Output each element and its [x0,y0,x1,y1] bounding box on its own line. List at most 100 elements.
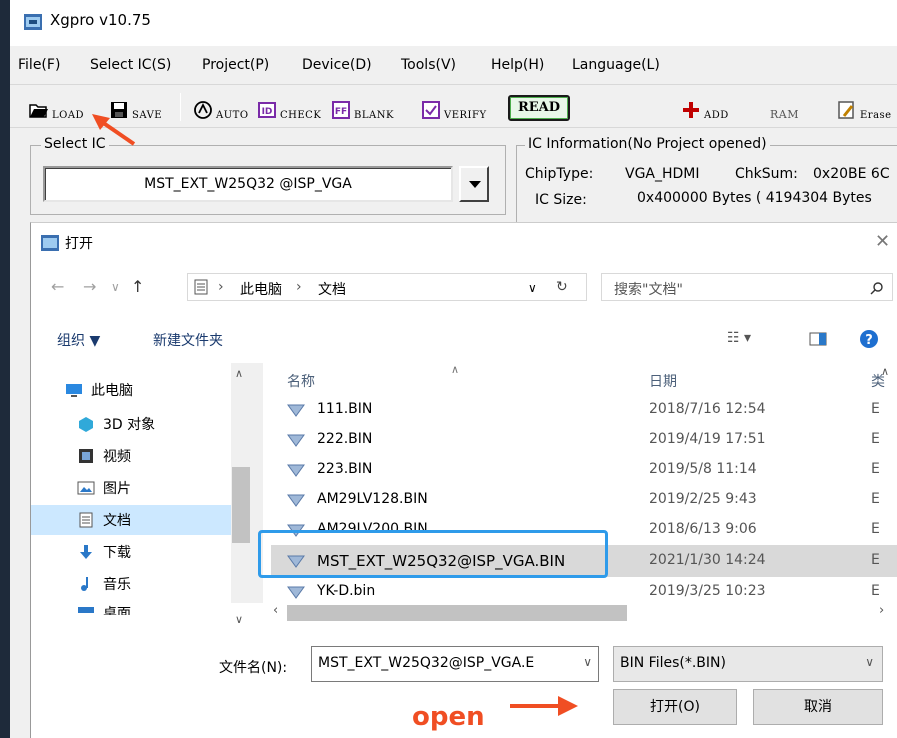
file-row[interactable]: AM29LV128.BIN 2019/2/25 9:43 E [271,485,897,515]
ic-dropdown-button[interactable] [459,166,489,202]
scroll-up-icon[interactable]: ∧ [881,365,889,378]
column-name[interactable]: 名称 [287,371,315,391]
scroll-down-icon[interactable]: ∨ [235,613,243,626]
menu-device[interactable]: Device(D) [302,57,372,73]
view-options-icon[interactable]: ☷ ▾ [727,330,751,346]
menu-help[interactable]: Help(H) [491,57,544,73]
breadcrumb-separator: › [296,279,302,295]
toolbar: LOAD SAVE AUTO ID CHECK FF BLANK VERIFY … [10,84,897,128]
file-type: E [871,583,880,599]
help-icon[interactable]: ? [859,329,879,349]
add-button[interactable]: ADD [680,91,729,121]
nav-item-label: 文档 [103,513,131,529]
blank-label: BLANK [354,110,394,121]
file-type: E [871,521,880,537]
file-type-filter[interactable]: BIN Files(*.BIN) ∨ [613,646,883,682]
horizontal-scrollbar[interactable]: ‹ › [271,603,897,623]
filter-value: BIN Files(*.BIN) [620,655,726,671]
file-row[interactable]: 223.BIN 2019/5/8 11:14 E [271,455,897,485]
cube-icon [79,417,93,432]
address-dropdown-icon[interactable]: ∨ [528,281,537,295]
nav-item-documents[interactable]: 文档 [31,505,231,535]
address-bar[interactable]: › 此电脑 › 文档 ∨ ↻ [187,273,587,301]
document-icon [194,279,208,295]
breadcrumb-separator: › [218,279,224,295]
download-icon [80,545,92,559]
file-name: AM29LV128.BIN [317,491,428,507]
folder-open-icon [29,104,48,118]
breadcrumb-documents[interactable]: 文档 [318,279,346,299]
preview-pane-icon[interactable] [809,332,827,346]
scroll-right-icon[interactable]: › [879,603,884,618]
open-button[interactable]: 打开(O) [613,689,737,725]
ram-button[interactable]: RAM [770,91,799,121]
video-icon [79,449,93,463]
menu-file[interactable]: File(F) [18,57,60,73]
document-icon [79,512,93,528]
file-row[interactable]: 111.BIN 2018/7/16 12:54 E [271,395,897,425]
nav-item-3d-objects[interactable]: 3D 对象 [77,409,263,439]
organize-button[interactable]: 组织 ▼ [57,330,100,350]
load-button[interactable]: LOAD [28,91,84,121]
menu-language[interactable]: Language(L) [572,57,660,73]
picture-icon [77,481,95,495]
verify-label: VERIFY [444,110,487,121]
menu-select-ic[interactable]: Select IC(S) [90,57,171,73]
menu-project[interactable]: Project(P) [202,57,269,73]
dialog-title: 打开 [65,236,93,252]
bin-file-icon [287,586,305,599]
file-name: YK-D.bin [317,583,376,599]
up-arrow-icon[interactable]: ↑ [131,277,144,296]
horizontal-scroll-thumb[interactable] [287,605,627,621]
verify-button[interactable]: VERIFY [420,91,487,121]
file-date: 2019/4/19 17:51 [649,431,766,447]
file-type: E [871,431,880,447]
title-bar: Xgpro v10.75 [10,0,897,46]
add-label: ADD [704,110,729,121]
nav-item-pictures[interactable]: 图片 [77,473,263,503]
id-check-button[interactable]: ID CHECK [256,91,321,121]
check-label: CHECK [280,110,322,121]
file-date: 2019/3/25 10:23 [649,583,766,599]
breadcrumb-this-pc[interactable]: 此电脑 [240,279,282,299]
recent-chevron-icon[interactable]: ∨ [111,280,120,294]
file-name: 111.BIN [317,401,373,417]
search-input[interactable]: 搜索"文档" [601,273,893,301]
forward-arrow-icon[interactable]: → [83,277,96,296]
load-label: LOAD [52,110,85,121]
nav-item-videos[interactable]: 视频 [77,441,263,471]
blank-check-button[interactable]: FF BLANK [330,91,394,121]
app-icon [24,14,42,30]
auto-button[interactable]: AUTO [192,91,249,121]
scroll-left-icon[interactable]: ‹ [273,603,278,618]
nav-item-downloads[interactable]: 下载 [77,537,263,567]
back-arrow-icon[interactable]: ← [51,277,64,296]
file-type: E [871,401,880,417]
nav-item-label: 视频 [103,449,131,465]
filename-label: 文件名(N): [219,660,288,676]
ic-combo[interactable]: MST_EXT_W25Q32 @ISP_VGA [43,166,453,202]
menu-tools[interactable]: Tools(V) [401,57,456,73]
close-icon[interactable]: ✕ [875,231,890,252]
file-row[interactable]: 222.BIN 2019/4/19 17:51 E [271,425,897,455]
ic-info-group: IC Information(No Project opened) ChipTy… [516,136,897,225]
chevron-down-icon [469,181,481,188]
filename-input[interactable]: MST_EXT_W25Q32@ISP_VGA.E ∨ [311,646,599,682]
computer-icon [66,384,82,397]
open-annotation: open [412,702,485,732]
nav-item-this-pc[interactable]: 此电脑 [65,375,263,405]
refresh-icon[interactable]: ↻ [556,279,568,295]
chevron-down-icon[interactable]: ∨ [583,655,592,669]
column-date[interactable]: 日期 [649,371,677,391]
id-check-icon: ID [258,102,276,118]
read-button[interactable]: READ [508,95,570,121]
annotation-arrow-icon [510,696,578,716]
sort-up-icon: ∧ [451,363,460,376]
file-type: E [871,491,880,507]
dialog-nav-row: ← → ∨ ↑ › 此电脑 › 文档 ∨ ↻ 搜索"文档" [31,267,897,307]
new-folder-button[interactable]: 新建文件夹 [153,330,223,350]
cancel-button[interactable]: 取消 [753,689,883,725]
selection-highlight-annotation [258,530,608,578]
erase-button[interactable]: Erase [836,91,892,121]
nav-item-music[interactable]: 音乐 [77,569,263,599]
